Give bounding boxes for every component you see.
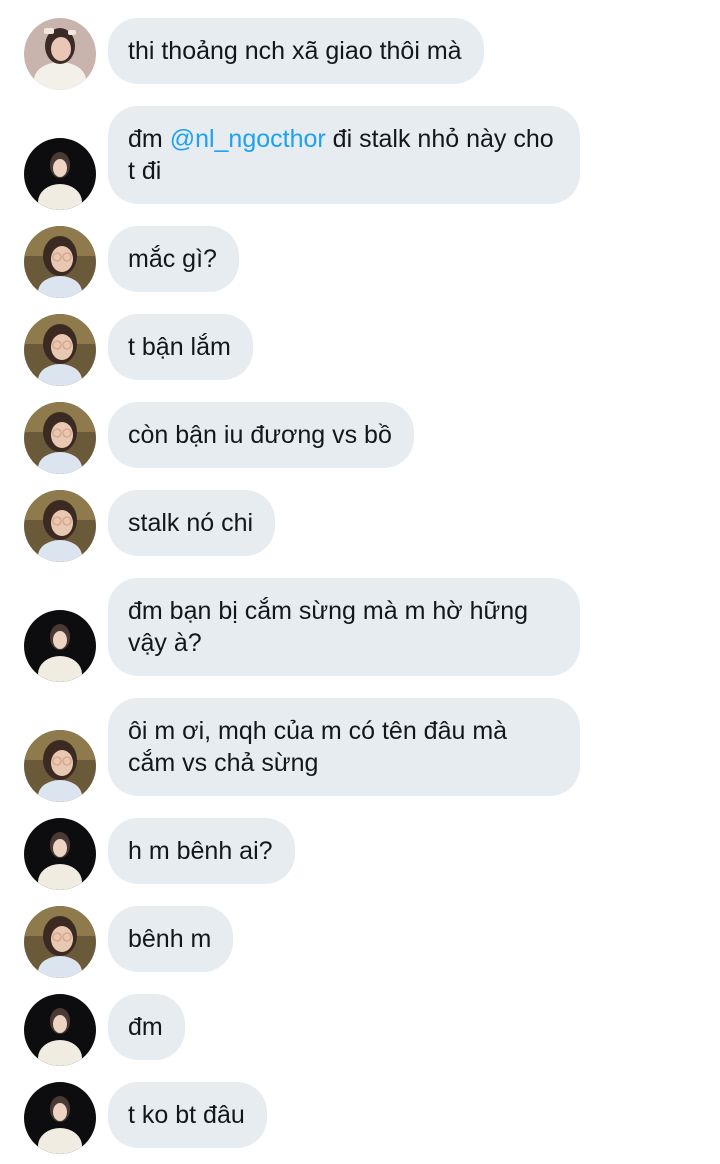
avatar[interactable] [24, 1082, 96, 1154]
avatar-friend-c-image [24, 906, 96, 978]
avatar[interactable] [24, 818, 96, 890]
avatar-friend-c-image [24, 226, 96, 298]
message-thread: thi thoảng nch xã giao thôi mà đm @nl_ng… [0, 0, 720, 1164]
avatar-friend-b-image [24, 994, 96, 1066]
avatar-friend-c-image [24, 730, 96, 802]
message-bubble[interactable]: còn bận iu đương vs bồ [108, 402, 414, 468]
message-bubble[interactable]: đm [108, 994, 185, 1060]
avatar[interactable] [24, 730, 96, 802]
message-bubble[interactable]: t ko bt đâu [108, 1082, 267, 1148]
avatar[interactable] [24, 226, 96, 298]
avatar[interactable] [24, 610, 96, 682]
avatar-friend-b-image [24, 1082, 96, 1154]
avatar-friend-c-image [24, 402, 96, 474]
avatar[interactable] [24, 402, 96, 474]
message-bubble[interactable]: bênh m [108, 906, 234, 972]
avatar[interactable] [24, 138, 96, 210]
message-bubble[interactable]: thi thoảng nch xã giao thôi mà [108, 18, 484, 84]
avatar-friend-c-image [24, 314, 96, 386]
avatar-friend-b-image [24, 138, 96, 210]
avatar-friend-a-image [24, 18, 96, 90]
avatar[interactable] [24, 18, 96, 90]
message-bubble[interactable]: đm bạn bị cắm sừng mà m hờ hững vậy à? [108, 578, 580, 676]
message-bubble[interactable]: mắc gì? [108, 226, 239, 292]
avatar-friend-c-image [24, 490, 96, 562]
message-bubble[interactable]: t bận lắm [108, 314, 253, 380]
message-bubble[interactable]: ôi m ơi, mqh của m có tên đâu mà cắm vs … [108, 698, 580, 796]
message-bubble[interactable]: h m bênh ai? [108, 818, 295, 884]
avatar-friend-b-image [24, 610, 96, 682]
message-bubble[interactable]: stalk nó chi [108, 490, 276, 556]
avatar[interactable] [24, 994, 96, 1066]
avatar[interactable] [24, 314, 96, 386]
avatar[interactable] [24, 490, 96, 562]
avatar[interactable] [24, 906, 96, 978]
avatar-friend-b-image [24, 818, 96, 890]
message-bubble[interactable]: đm @nl_ngocthor đi stalk nhỏ này cho t đ… [108, 106, 580, 204]
mention-link[interactable]: @nl_ngocthor [170, 125, 326, 153]
message-prefix: đm [128, 125, 170, 153]
